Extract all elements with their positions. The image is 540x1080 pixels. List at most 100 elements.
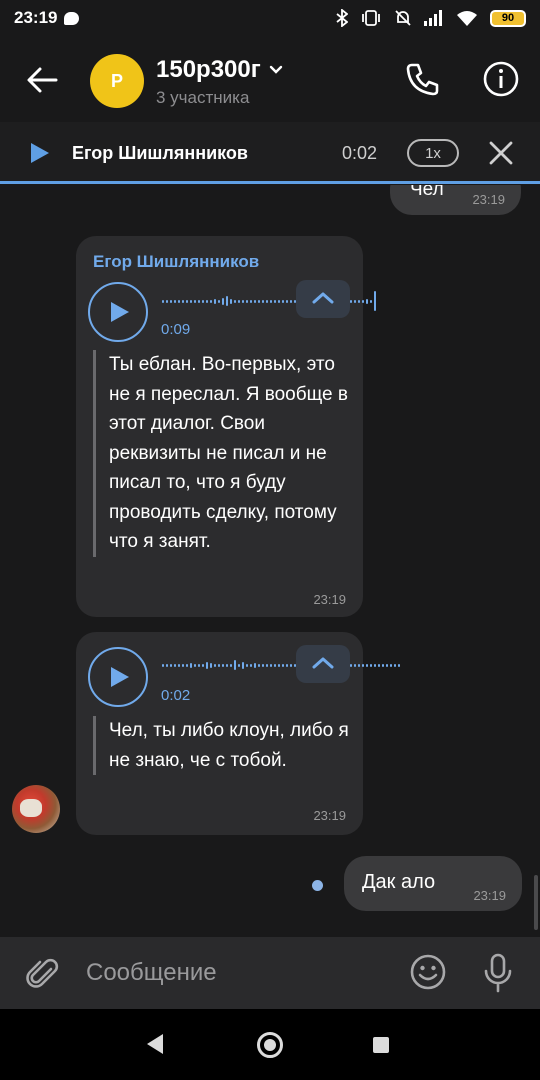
chevron-up-icon	[312, 292, 334, 304]
scrollbar[interactable]	[534, 875, 538, 930]
status-time: 23:19	[14, 8, 58, 27]
waveform-bar	[266, 663, 268, 667]
waveform-bar	[206, 299, 208, 303]
waveform-bar	[178, 299, 180, 303]
waveform-bar	[362, 663, 364, 667]
voice-message[interactable]: 0:02 Чел, ты либо клоун, либо я не знаю,…	[76, 632, 400, 835]
message-sender[interactable]: Егор Шишлянников	[93, 252, 259, 272]
transcript-toggle-button[interactable]	[296, 280, 350, 318]
nav-back-icon[interactable]	[146, 1033, 164, 1055]
waveform-bar	[170, 663, 172, 667]
waveform-bar	[282, 299, 284, 303]
waveform-bar	[398, 663, 400, 667]
unread-indicator	[312, 880, 323, 891]
waveform-bar	[194, 299, 196, 303]
waveform-bar	[162, 299, 164, 303]
waveform-bar	[182, 299, 184, 303]
waveform-bar	[370, 663, 372, 667]
waveform-bar	[370, 299, 372, 303]
chat-subtitle: 3 участника	[156, 88, 250, 107]
waveform-bar	[258, 663, 260, 667]
message-time: 23:19	[473, 888, 506, 903]
waveform-bar	[286, 299, 288, 303]
status-bar: 23:19 90	[0, 0, 540, 36]
microphone-icon[interactable]	[482, 953, 514, 993]
waveform-bar	[362, 299, 364, 303]
composer	[0, 937, 540, 1009]
waveform-bar	[262, 299, 264, 303]
nav-recents-icon[interactable]	[373, 1037, 389, 1053]
waveform-bar	[282, 663, 284, 667]
waveform-bar	[166, 299, 168, 303]
waveform-bar	[222, 663, 224, 667]
waveform-bar	[222, 297, 224, 305]
player-play-icon[interactable]	[30, 142, 50, 164]
waveform-bar	[350, 663, 352, 667]
status-icons: 90	[336, 9, 526, 27]
waveform-bar	[358, 299, 360, 303]
waveform-bar	[238, 663, 240, 667]
voice-play-button[interactable]	[88, 647, 148, 707]
message-text: Дак ало	[362, 871, 436, 893]
waveform-bar	[218, 299, 220, 303]
battery-icon: 90	[490, 9, 526, 27]
voice-play-button[interactable]	[88, 282, 148, 342]
waveform-bar	[390, 663, 392, 667]
waveform-bar	[378, 663, 380, 667]
waveform-bar	[254, 299, 256, 303]
waveform-bar	[366, 298, 368, 304]
signal-icon	[424, 10, 442, 26]
waveform-bar	[270, 663, 272, 667]
chat-avatar[interactable]: Р	[90, 54, 144, 108]
chevron-up-icon	[312, 657, 334, 669]
avatar-letter: Р	[110, 70, 123, 91]
message-time: 23:19	[472, 192, 505, 207]
outgoing-message[interactable]: Дак ало 23:19	[344, 856, 522, 911]
waveform-bar	[230, 663, 232, 667]
waveform-bar	[382, 663, 384, 667]
system-nav-bar	[0, 1009, 540, 1080]
mute-icon	[395, 10, 411, 26]
waveform-bar	[270, 299, 272, 303]
paperclip-icon[interactable]	[24, 955, 62, 993]
waveform-bar	[166, 663, 168, 667]
voice-message[interactable]: Егор Шишлянников 0:09 Ты еблан. Во-первы…	[76, 236, 376, 617]
player-time: 0:02	[342, 143, 378, 163]
player-sender: Егор Шишлянников	[72, 143, 248, 163]
waveform-bar	[238, 299, 240, 303]
chat-title-button[interactable]: 150р300г	[156, 56, 283, 84]
outgoing-message[interactable]: Чел 23:19	[390, 185, 521, 215]
chevron-down-icon	[269, 65, 282, 74]
playback-speed-button[interactable]: 1x	[407, 139, 459, 167]
waveform-bar	[198, 299, 200, 303]
back-arrow-icon[interactable]	[22, 60, 62, 100]
sender-avatar[interactable]	[12, 785, 60, 833]
waveform-bar	[250, 663, 252, 667]
info-icon[interactable]	[482, 60, 520, 98]
waveform-bar	[246, 299, 248, 303]
message-text: Чел	[410, 185, 444, 200]
voice-transcript: Ты еблан. Во-первых, это не я переслал. …	[93, 350, 353, 557]
message-input[interactable]	[86, 955, 386, 991]
waveform-bar	[258, 299, 260, 303]
bluetooth-icon	[336, 9, 348, 27]
waveform-bar	[354, 299, 356, 303]
phone-icon[interactable]	[404, 60, 442, 98]
audio-player-bar[interactable]: Егор Шишлянников 0:02 1x	[0, 122, 540, 184]
transcript-toggle-button[interactable]	[296, 645, 350, 683]
nav-home-icon[interactable]	[257, 1032, 283, 1058]
waveform-bar	[226, 663, 228, 667]
waveform-bar	[230, 298, 232, 304]
emoji-icon[interactable]	[409, 953, 447, 991]
message-list[interactable]: Чел 23:19 Егор Шишлянников 0:09 Ты еблан…	[0, 185, 540, 937]
message-time: 23:19	[313, 808, 346, 823]
waveform-bar	[274, 299, 276, 303]
waveform-bar	[178, 663, 180, 667]
waveform-bar	[170, 299, 172, 303]
voice-waveform[interactable]	[162, 655, 400, 675]
waveform-bar	[198, 663, 200, 667]
waveform-bar	[186, 299, 188, 303]
waveform-bar	[278, 663, 280, 667]
close-icon[interactable]	[488, 140, 514, 166]
waveform-bar	[214, 298, 216, 304]
